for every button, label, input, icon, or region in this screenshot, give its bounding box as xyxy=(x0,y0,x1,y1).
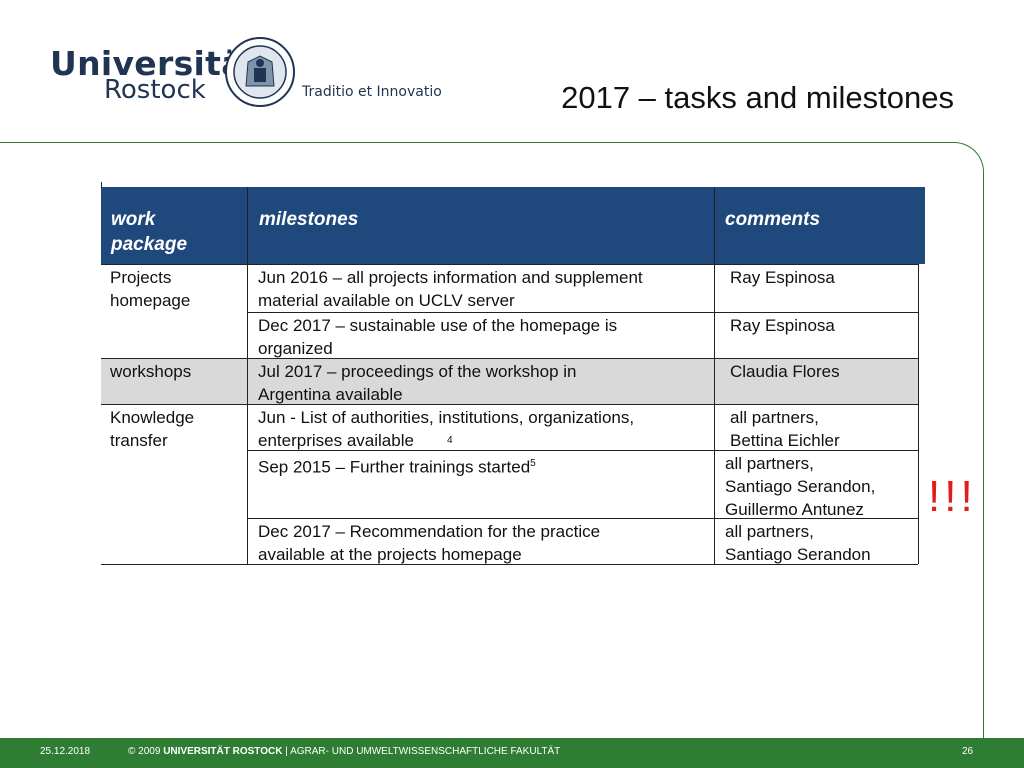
grid-line xyxy=(714,187,715,564)
grid-line xyxy=(247,187,248,564)
page-title: 2017 – tasks and milestones xyxy=(561,80,954,115)
footnote-marker: 5 xyxy=(530,458,536,469)
cell-milestone: Dec 2017 – sustainable use of the homepa… xyxy=(258,316,618,358)
grid-line xyxy=(101,182,102,188)
cell-milestone: Dec 2017 – Recommendation for the practi… xyxy=(258,522,601,564)
footnote-marker: 4 xyxy=(447,435,453,446)
cell-milestone: Jun 2016 – all projects information and … xyxy=(258,268,643,310)
footer-bar: 25.12.2018 © 2009 UNIVERSITÄT ROSTOCK | … xyxy=(0,738,1024,768)
cell-package: workshops xyxy=(110,362,192,381)
cell-comment: Ray Espinosa xyxy=(730,316,835,335)
faculty-name: | AGRAR- UND UMWELTWISSENSCHAFTLICHE FAK… xyxy=(285,746,561,757)
cell-milestone: Sep 2015 – Further trainings started5 xyxy=(258,452,536,479)
cell-package: Knowledge transfer xyxy=(110,408,195,450)
footer-date: 25.12.2018 xyxy=(40,746,91,757)
cell-comment: all partners, Santiago Serandon xyxy=(725,522,871,564)
motto-text: Traditio et Innovatio xyxy=(302,84,442,100)
milestone-text: Sep 2015 – Further trainings started xyxy=(258,457,531,477)
footer-copyright: © 2009 UNIVERSITÄT ROSTOCK | AGRAR- UND … xyxy=(128,746,560,757)
cell-milestone: Jul 2017 – proceedings of the workshop i… xyxy=(258,362,577,404)
grid-line xyxy=(101,264,918,265)
university-name: UNIVERSITÄT ROSTOCK xyxy=(163,746,283,757)
grid-line xyxy=(247,312,918,313)
emphasis-marks: !!! xyxy=(928,472,977,521)
logo-line2: Rostock xyxy=(104,75,206,105)
cell-comment: all partners, Bettina Eichler xyxy=(730,408,840,450)
header-comments: comments xyxy=(725,209,821,230)
cell-comment: Claudia Flores xyxy=(730,362,840,381)
university-seal-icon xyxy=(225,37,295,107)
copyright-prefix: © 2009 xyxy=(128,746,161,757)
cell-comment: all partners, Santiago Serandon, Guiller… xyxy=(725,454,876,519)
page-number: 26 xyxy=(962,746,974,757)
cell-package: Projects homepage xyxy=(110,268,191,310)
grid-line xyxy=(918,264,919,564)
header-work-package: work package xyxy=(111,209,188,255)
cell-comment: Ray Espinosa xyxy=(730,268,835,287)
header-milestones: milestones xyxy=(259,209,359,230)
